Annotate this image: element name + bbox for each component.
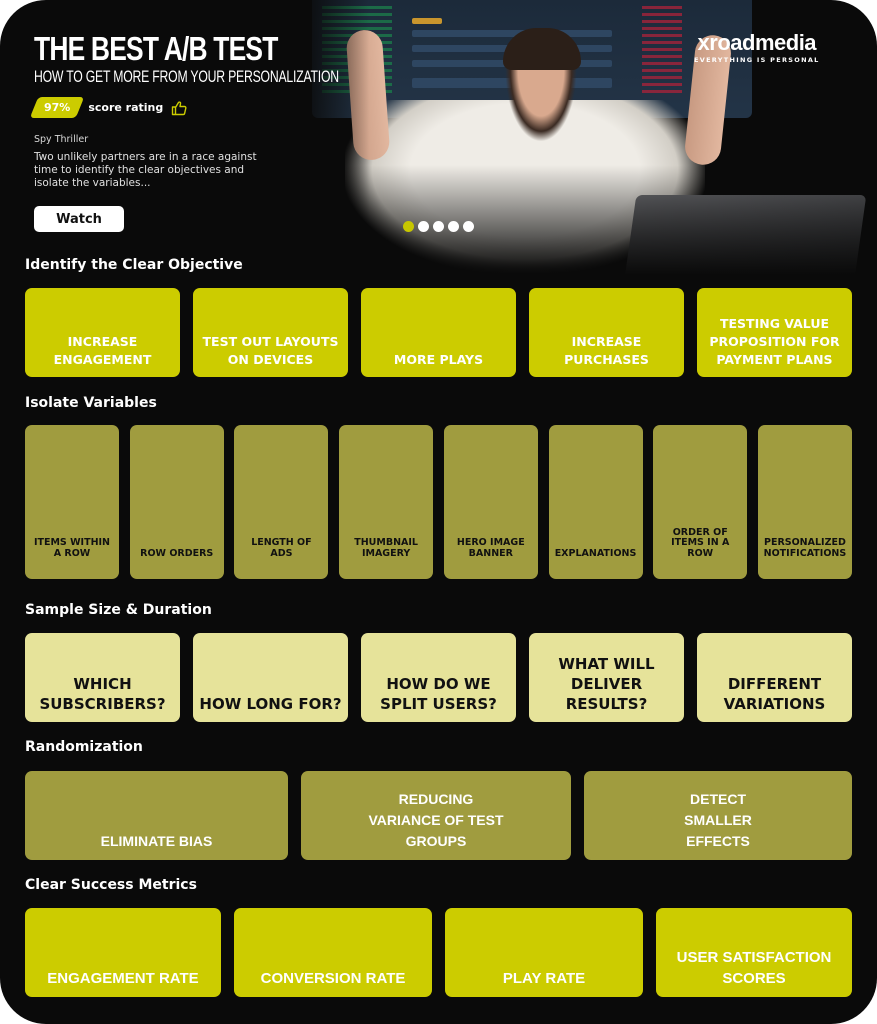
- section-title-variables: Isolate Variables: [25, 395, 157, 411]
- sample-row: WHICH SUBSCRIBERS? HOW LONG FOR? HOW DO …: [25, 633, 852, 722]
- metrics-row: ENGAGEMENT RATE CONVERSION RATE PLAY RAT…: [25, 908, 852, 997]
- sample-tile: WHICH SUBSCRIBERS?: [25, 633, 180, 722]
- objective-tile: INCREASE ENGAGEMENT: [25, 288, 180, 377]
- variable-tile: HERO IMAGE BANNER: [443, 425, 538, 579]
- score-label: score rating: [88, 101, 164, 114]
- infographic-card: THE BEST A/B TEST HOW TO GET MORE FROM Y…: [0, 0, 877, 1024]
- carousel-dot[interactable]: [403, 221, 414, 232]
- randomization-tile: DETECT SMALLER EFFECTS: [584, 771, 852, 860]
- objective-tile: MORE PLAYS: [361, 288, 516, 377]
- section-title-metrics: Clear Success Metrics: [25, 877, 197, 893]
- score-rating: 97% score rating: [29, 97, 187, 118]
- randomization-tile: REDUCING VARIANCE OF TEST GROUPS: [301, 771, 571, 860]
- metric-tile: CONVERSION RATE: [234, 908, 432, 997]
- sample-tile: DIFFERENT VARIATIONS: [697, 633, 852, 722]
- variable-tile: LENGTH OF ADS: [234, 425, 329, 579]
- variable-tile: ITEMS WITHIN A ROW: [25, 425, 119, 579]
- objective-tile: TEST OUT LAYOUTS ON DEVICES: [193, 288, 348, 377]
- carousel-dot[interactable]: [418, 221, 429, 232]
- metric-tile: USER SATISFACTION SCORES: [656, 908, 852, 997]
- watch-button[interactable]: Watch: [34, 206, 124, 232]
- genre-label: Spy Thriller: [34, 134, 89, 145]
- variable-tile: THUMBNAIL IMAGERY: [339, 425, 434, 579]
- section-title-objective: Identify the Clear Objective: [25, 257, 243, 273]
- carousel-dots: [403, 221, 474, 232]
- page-subtitle: HOW TO GET MORE FROM YOUR PERSONALIZATIO…: [34, 67, 339, 86]
- objective-row: INCREASE ENGAGEMENT TEST OUT LAYOUTS ON …: [25, 288, 852, 377]
- metric-tile: ENGAGEMENT RATE: [25, 908, 221, 997]
- score-badge: 97%: [29, 97, 85, 118]
- variable-tile: EXPLANATIONS: [548, 425, 643, 579]
- sample-tile: HOW DO WE SPLIT USERS?: [361, 633, 516, 722]
- randomization-row: ELIMINATE BIAS REDUCING VARIANCE OF TEST…: [25, 771, 852, 860]
- brand-tagline: EVERYTHING IS PERSONAL: [694, 56, 820, 64]
- carousel-dot[interactable]: [433, 221, 444, 232]
- variable-tile: ROW ORDERS: [129, 425, 224, 579]
- section-title-randomization: Randomization: [25, 739, 143, 755]
- sample-tile: WHAT WILL DELIVER RESULTS?: [529, 633, 684, 722]
- randomization-tile: ELIMINATE BIAS: [25, 771, 288, 860]
- metric-tile: PLAY RATE: [445, 908, 643, 997]
- section-title-sample: Sample Size & Duration: [25, 602, 212, 618]
- carousel-dot[interactable]: [448, 221, 459, 232]
- objective-tile: TESTING VALUE PROPOSITION FOR PAYMENT PL…: [697, 288, 852, 377]
- objective-tile: INCREASE PURCHASES: [529, 288, 684, 377]
- variable-tile: ORDER OF ITEMS IN A ROW: [653, 425, 748, 579]
- variable-tile: PERSONALIZED NOTIFICATIONS: [757, 425, 852, 579]
- page-title: THE BEST A/B TEST: [34, 30, 278, 67]
- carousel-dot[interactable]: [463, 221, 474, 232]
- brand-name: xroadmedia: [697, 30, 817, 55]
- brand-logo: xroadmedia EVERYTHING IS PERSONAL: [694, 30, 820, 65]
- description: Two unlikely partners are in a race agai…: [34, 151, 257, 189]
- variables-row: ITEMS WITHIN A ROW ROW ORDERS LENGTH OF …: [25, 425, 852, 579]
- sample-tile: HOW LONG FOR?: [193, 633, 348, 722]
- thumbs-up-icon[interactable]: [171, 100, 187, 116]
